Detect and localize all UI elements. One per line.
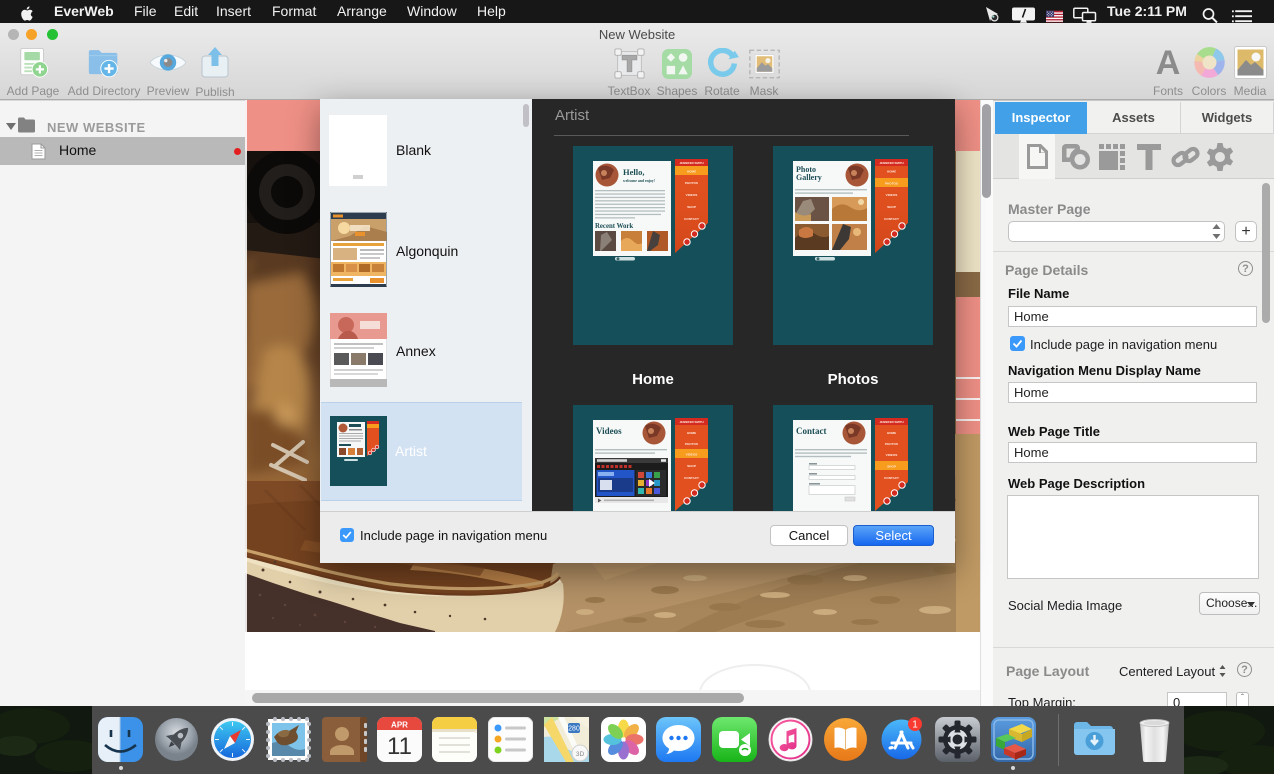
svg-text:1: 1 [912, 720, 918, 731]
svg-text:11: 11 [387, 733, 412, 760]
svg-text:SHOP: SHOP [687, 464, 696, 468]
svg-text:CONTACT: CONTACT [884, 217, 899, 221]
svg-text:Contact: Contact [796, 426, 827, 436]
svg-text:JENNIFER SMITH: JENNIFER SMITH [679, 420, 703, 424]
svg-text:A: A [1156, 46, 1181, 79]
svg-text:CONTACT: CONTACT [684, 217, 699, 221]
svg-text:280: 280 [568, 726, 580, 733]
svg-text:Gallery: Gallery [796, 173, 822, 182]
svg-text:VIDEOS: VIDEOS [686, 453, 698, 457]
svg-text:SHOP: SHOP [887, 205, 896, 209]
svg-text:HOME: HOME [687, 170, 696, 174]
svg-text:VIDEOS: VIDEOS [686, 193, 698, 197]
svg-text:HOME: HOME [887, 170, 896, 174]
svg-text:PHOTOS: PHOTOS [685, 181, 698, 185]
svg-text:3D: 3D [575, 751, 584, 758]
svg-text:CONTACT: CONTACT [684, 476, 699, 480]
svg-text:VIDEOS: VIDEOS [886, 193, 898, 197]
svg-text:VIDEOS: VIDEOS [886, 453, 898, 457]
svg-text:SHOP: SHOP [887, 465, 896, 469]
svg-text:HOME: HOME [687, 431, 696, 435]
svg-text:PHOTOS: PHOTOS [885, 442, 898, 446]
svg-text:welcome and enjoy!: welcome and enjoy! [623, 179, 655, 183]
svg-text:Hello,: Hello, [623, 167, 644, 177]
svg-text:JENNIFER SMITH: JENNIFER SMITH [879, 161, 903, 165]
svg-text:JENNIFER SMITH: JENNIFER SMITH [679, 161, 703, 165]
svg-text:Recent Work: Recent Work [595, 223, 633, 230]
svg-text:APR: APR [391, 721, 408, 730]
svg-text:HOME: HOME [887, 431, 896, 435]
svg-text:SHOP: SHOP [687, 205, 696, 209]
svg-text:PHOTOS: PHOTOS [685, 442, 698, 446]
svg-text:CONTACT: CONTACT [884, 476, 899, 480]
svg-text:JENNIFER SMITH: JENNIFER SMITH [879, 420, 903, 424]
svg-text:Videos: Videos [596, 426, 622, 436]
svg-text:PHOTOS: PHOTOS [885, 182, 898, 186]
